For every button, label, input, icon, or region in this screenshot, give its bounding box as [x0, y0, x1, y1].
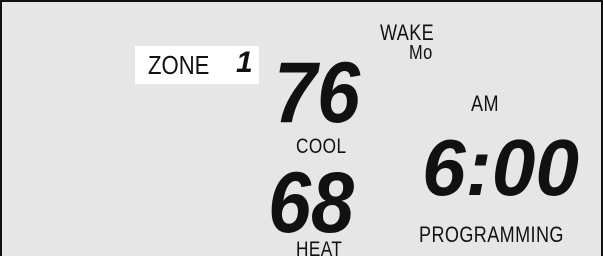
cool-setpoint: 76 — [274, 45, 361, 141]
thermostat-lcd-display: ZONE 1 WAKE Mo 76 COOL 68 HEAT AM 6:00 P… — [0, 0, 603, 261]
heat-label: HEAT — [296, 238, 343, 261]
zone-label: ZONE — [148, 50, 210, 80]
programming-mode-label: PROGRAMMING — [419, 222, 564, 247]
heat-setpoint: 68 — [268, 155, 355, 251]
program-day-label: Mo — [409, 42, 433, 64]
zone-number: 1 — [236, 46, 253, 79]
clock-time: 6:00 — [422, 123, 579, 212]
am-pm-indicator: AM — [471, 91, 499, 116]
